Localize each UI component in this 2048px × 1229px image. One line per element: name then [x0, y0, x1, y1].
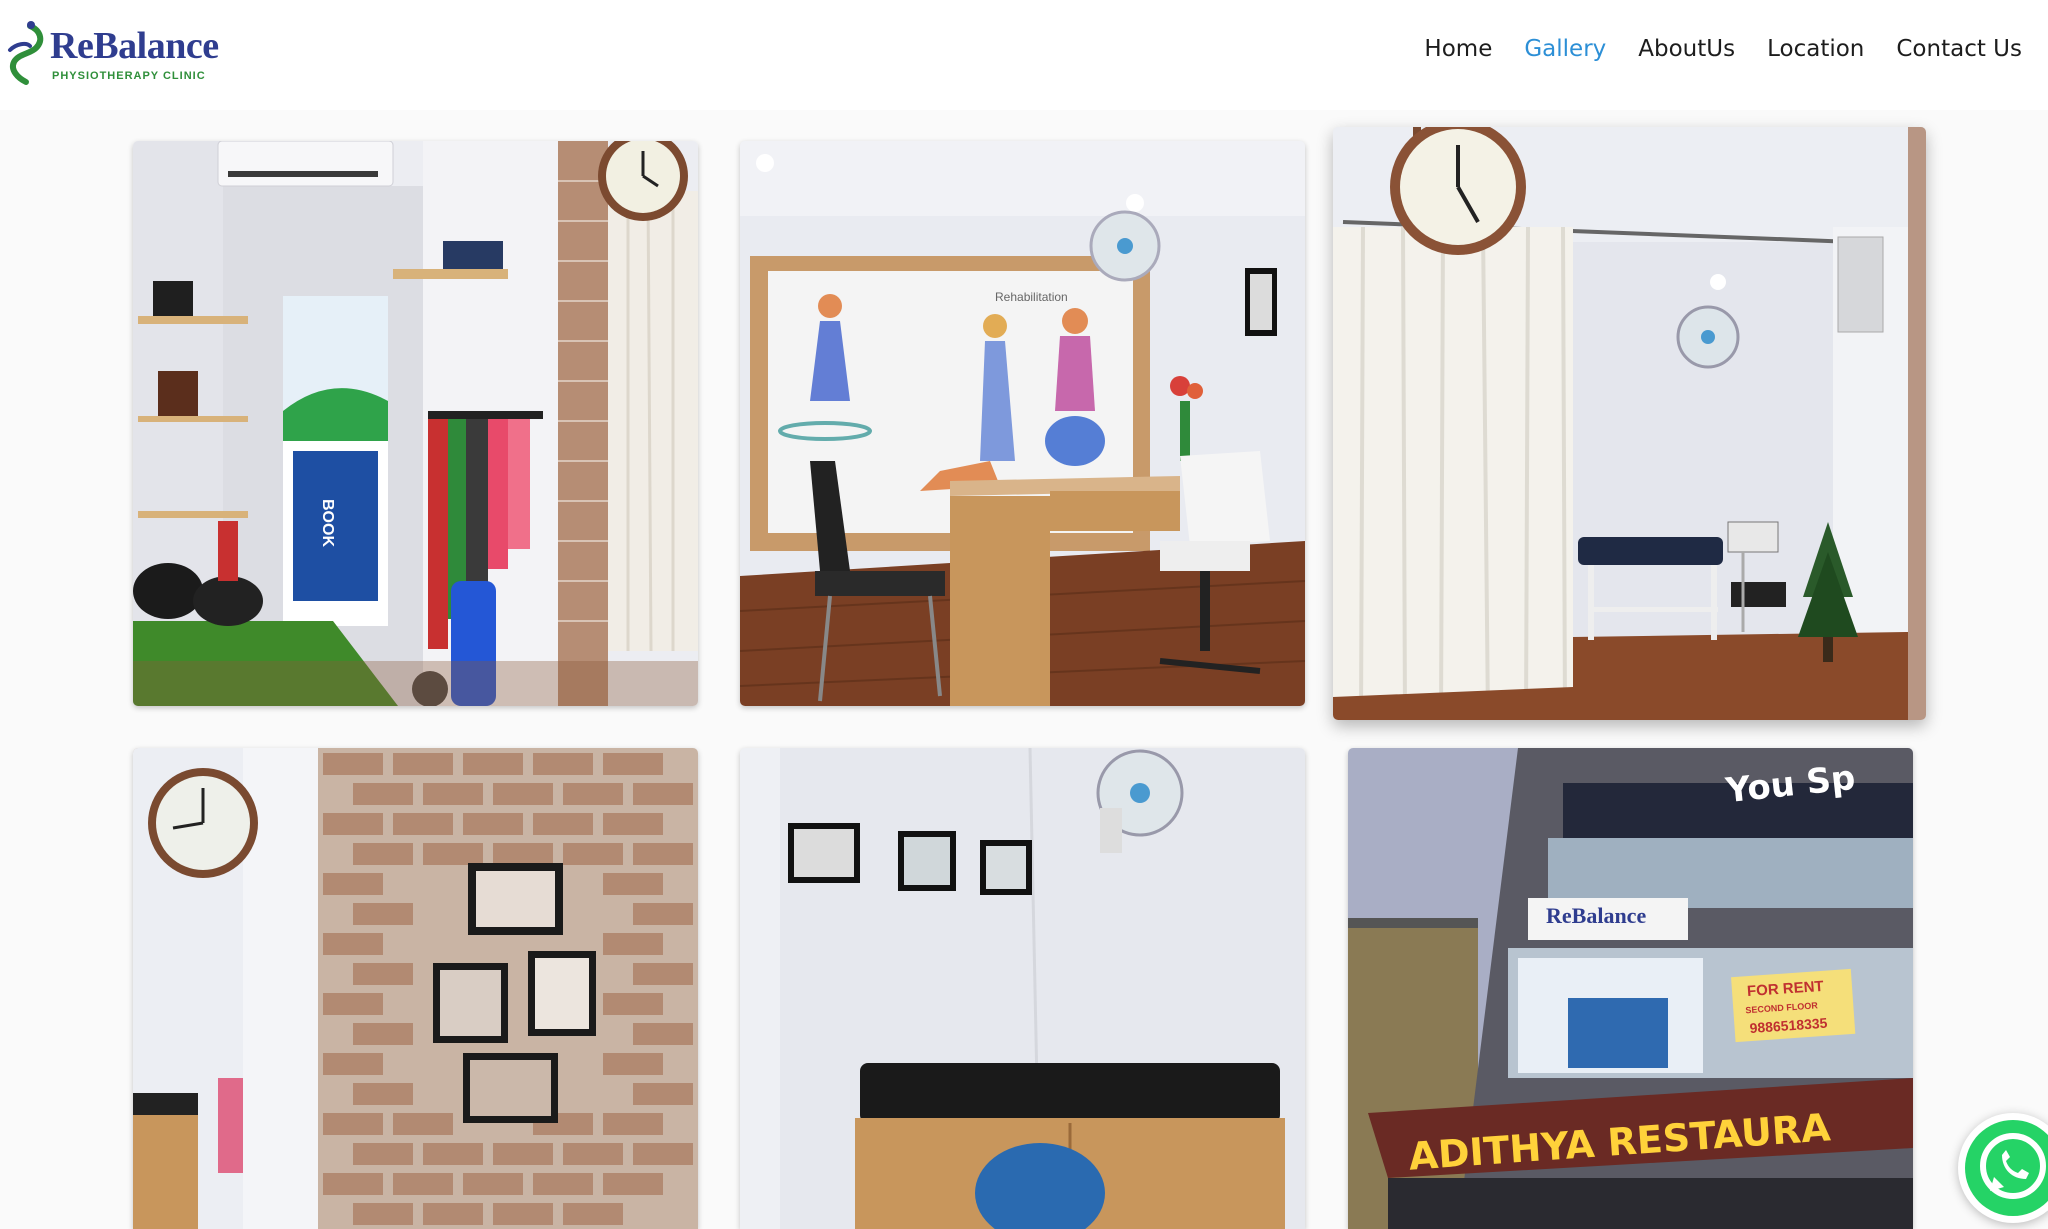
- gallery-photo-exercise-corner[interactable]: BOOK: [133, 141, 698, 706]
- brand-logo[interactable]: ReBalance PHYSIOTHERAPY CLINIC: [0, 18, 220, 90]
- gallery-photo-brick-wall[interactable]: [133, 748, 698, 1229]
- gallery-photo-building-exterior[interactable]: You Sp ReBalance FOR RENT SECOND FLOOR 9…: [1348, 748, 1913, 1229]
- consultation-room-photo: Rehabilitation: [740, 141, 1305, 706]
- gallery-photo-treatment-cubicle[interactable]: [1333, 127, 1926, 720]
- brand-name: ReBalance: [50, 25, 219, 67]
- banner-book-text: BOOK: [319, 499, 336, 547]
- nav-contact-us[interactable]: Contact Us: [1896, 36, 2022, 62]
- nav-gallery[interactable]: Gallery: [1524, 36, 1606, 62]
- logo-swirl-icon: [8, 21, 44, 85]
- gallery-photo-waiting-bench[interactable]: [740, 748, 1305, 1229]
- nav-location[interactable]: Location: [1767, 36, 1864, 62]
- nav-about-us[interactable]: AboutUs: [1638, 36, 1735, 62]
- brand-tagline: PHYSIOTHERAPY CLINIC: [52, 70, 206, 82]
- nav-home[interactable]: Home: [1424, 36, 1492, 62]
- waiting-bench-photo: [740, 748, 1305, 1229]
- building-exterior-photo: You Sp ReBalance FOR RENT SECOND FLOOR 9…: [1348, 748, 1913, 1229]
- gallery-photo-consultation-room[interactable]: Rehabilitation: [740, 141, 1305, 706]
- exercise-corner-photo: BOOK: [133, 141, 698, 706]
- board-title-text: Rehabilitation: [995, 290, 1068, 304]
- main-nav: Home Gallery AboutUs Location Contact Us: [1392, 36, 2022, 62]
- whatsapp-icon: [1965, 1120, 2048, 1216]
- clinic-board-text: ReBalance: [1546, 903, 1646, 928]
- brick-wall-photo: [133, 748, 698, 1229]
- whatsapp-button[interactable]: [1958, 1113, 2048, 1223]
- treatment-cubicle-photo: [1333, 127, 1926, 720]
- site-header: ReBalance PHYSIOTHERAPY CLINIC Home Gall…: [0, 0, 2048, 110]
